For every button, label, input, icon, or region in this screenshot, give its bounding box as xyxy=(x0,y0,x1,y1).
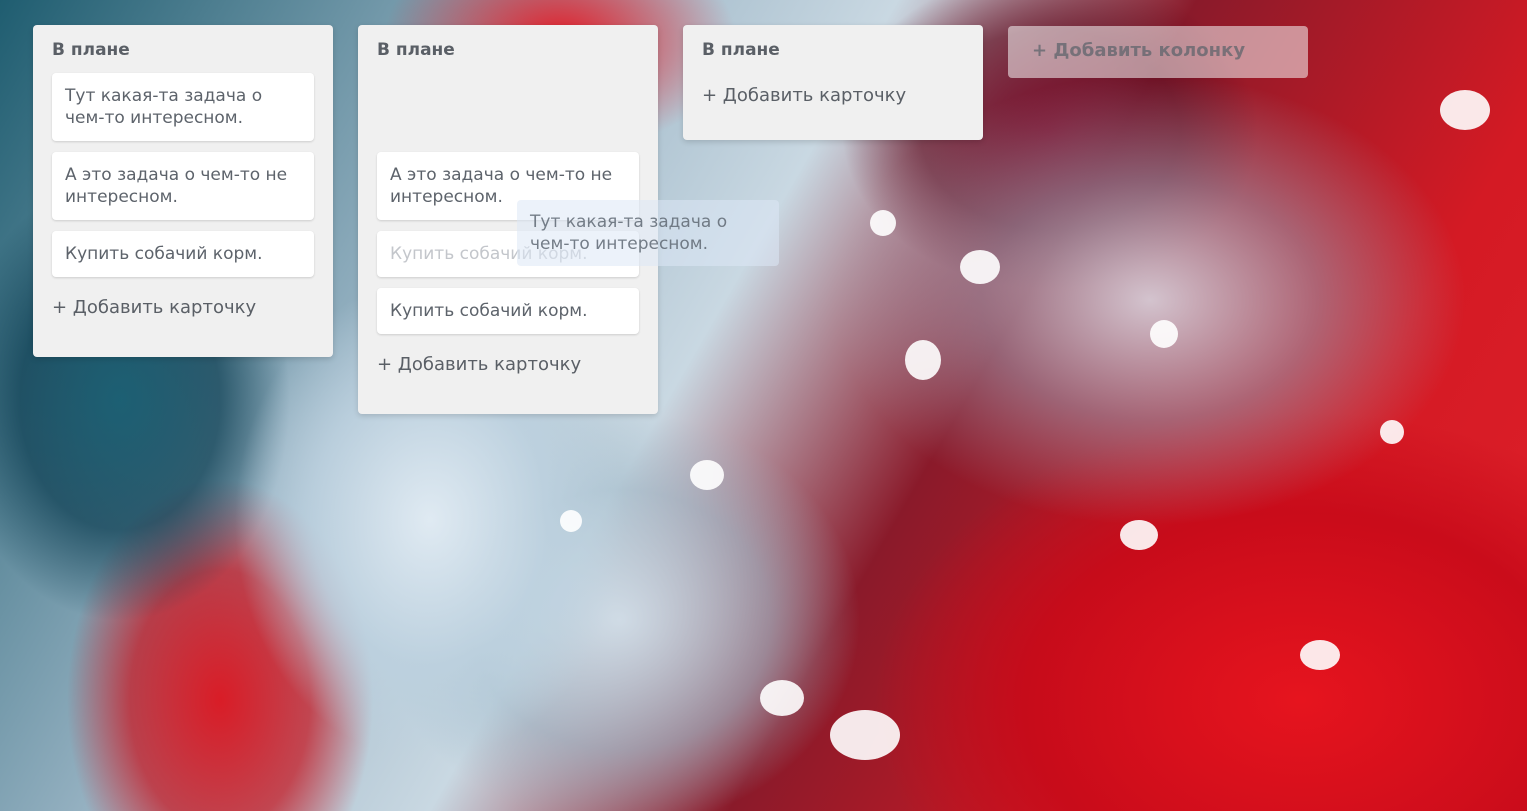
add-card-button[interactable]: + Добавить карточку xyxy=(52,297,314,319)
add-card-button[interactable]: + Добавить карточку xyxy=(377,354,639,376)
background-speck xyxy=(830,710,900,760)
background-speck xyxy=(1440,90,1490,130)
task-card[interactable]: Купить собачий корм. xyxy=(377,288,639,334)
drop-placeholder xyxy=(377,73,639,141)
board-column-3: В плане + Добавить карточку xyxy=(683,25,983,140)
add-card-button[interactable]: + Добавить карточку xyxy=(702,85,964,107)
task-card[interactable]: Тут какая-та задача о чем-то интересном. xyxy=(52,73,314,141)
background-speck xyxy=(960,250,1000,284)
column-title: В плане xyxy=(377,40,455,60)
background-speck xyxy=(1120,520,1158,550)
task-card[interactable]: А это задача о чем-то не интересном. xyxy=(52,152,314,220)
background-speck xyxy=(690,460,724,490)
background-speck xyxy=(870,210,896,236)
background-speck xyxy=(760,680,804,716)
background-speck xyxy=(905,340,941,380)
background-speck xyxy=(1150,320,1178,348)
board-column-1: В плане Тут какая-та задача о чем-то инт… xyxy=(33,25,333,357)
background-speck xyxy=(1380,420,1404,444)
background-speck xyxy=(560,510,582,532)
column-title: В плане xyxy=(702,40,780,60)
background-speck xyxy=(1300,640,1340,670)
add-column-button[interactable]: + Добавить колонку xyxy=(1008,26,1308,78)
task-card[interactable]: Купить собачий корм. xyxy=(52,231,314,277)
column-title: В плане xyxy=(52,40,130,60)
dragged-task-card[interactable]: Тут какая-та задача о чем-то интересном. xyxy=(517,200,779,266)
